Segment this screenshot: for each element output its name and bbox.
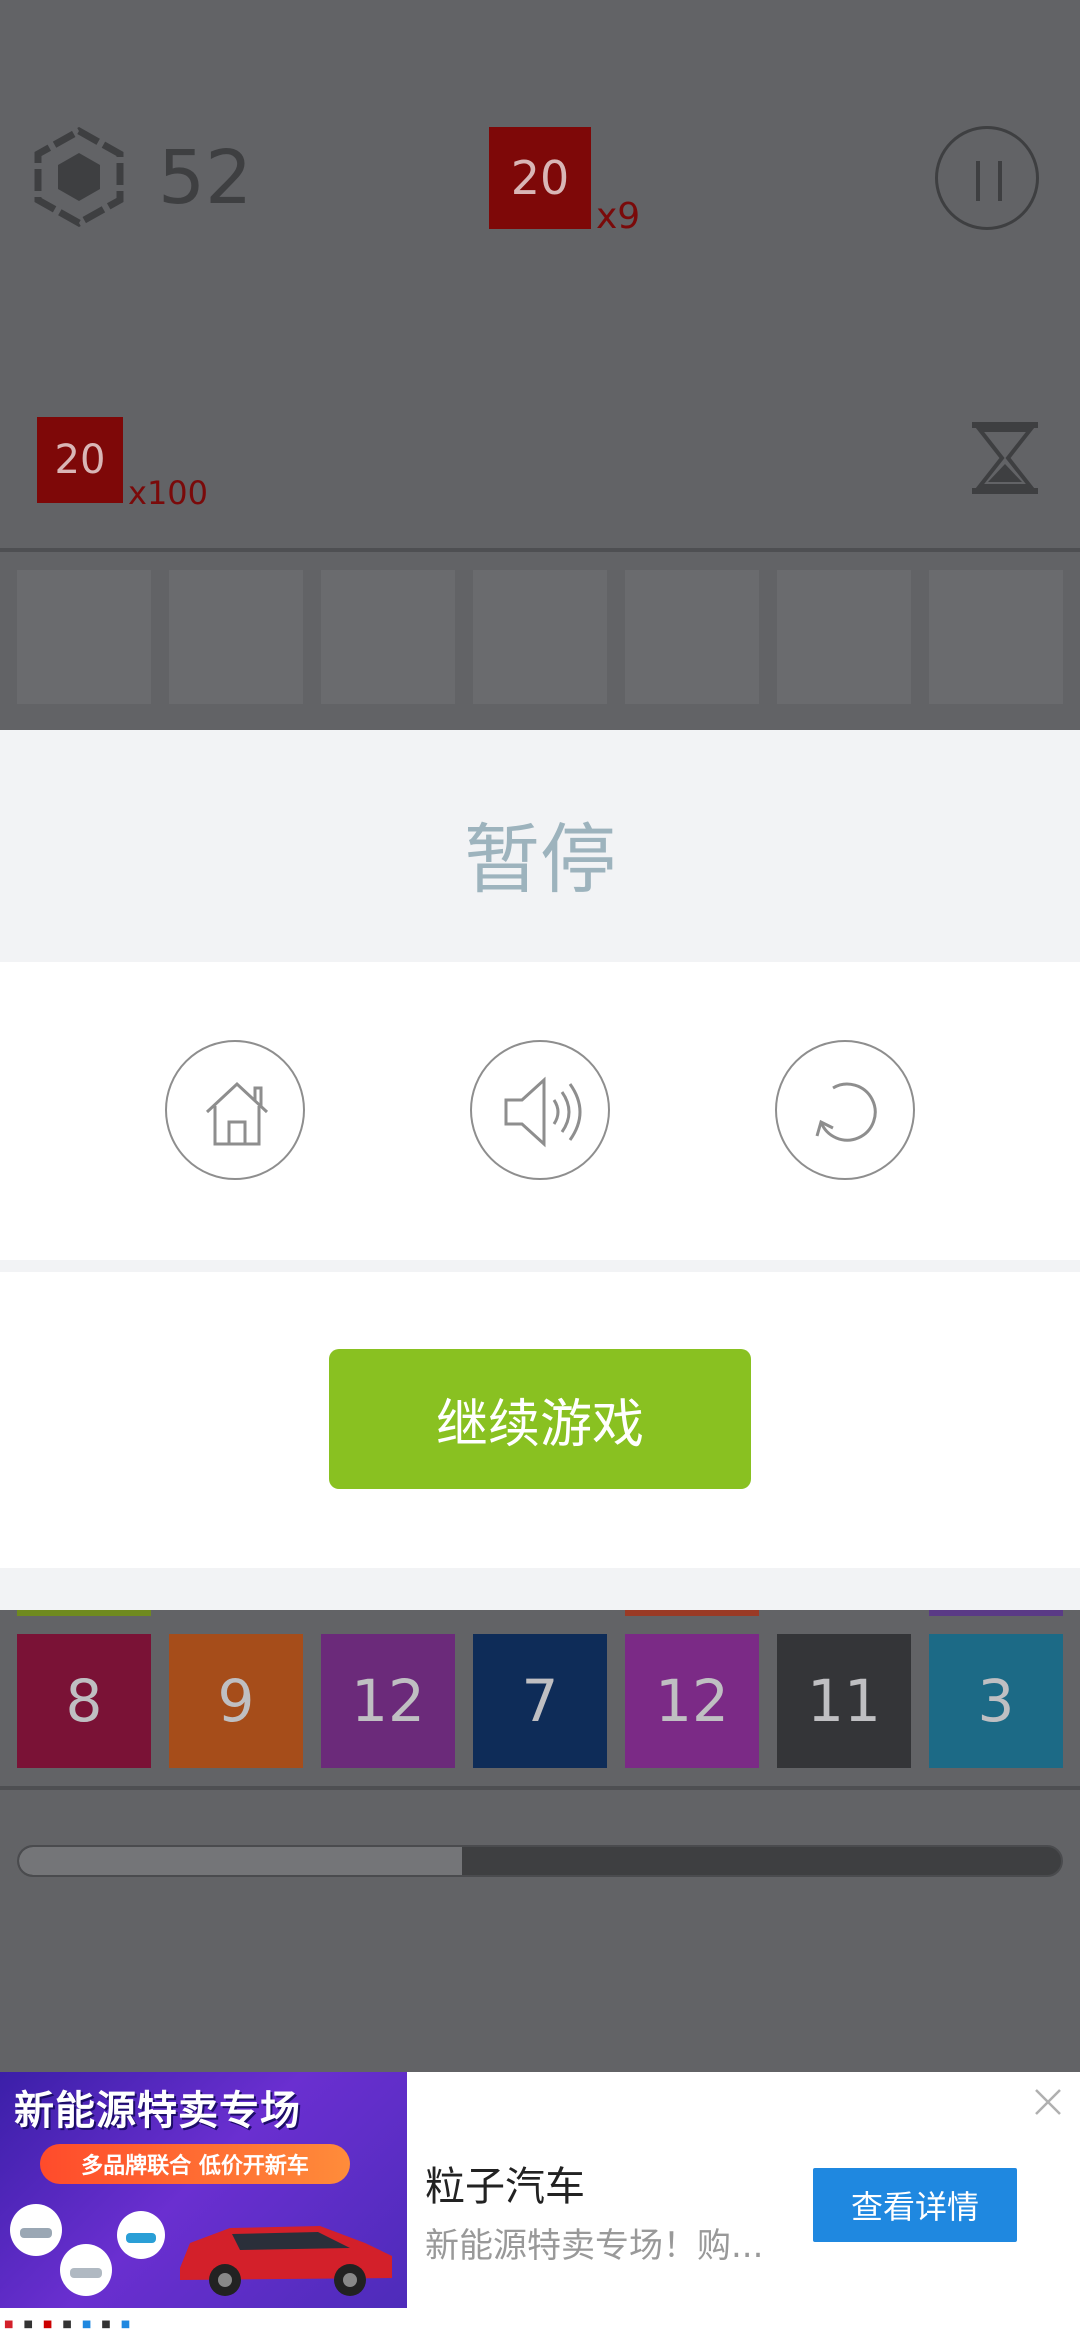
number-tile[interactable]: 3 <box>929 1634 1063 1768</box>
ad-image[interactable]: 新能源特卖专场 多品牌联合 低价开新车 ■ ■ ■ ■ ■ ■ ■ <box>0 2072 407 2340</box>
empty-slot <box>17 570 151 704</box>
target-tile: 20 <box>489 127 591 229</box>
level-progress-bar <box>17 1845 1063 1877</box>
pause-button[interactable] <box>935 126 1039 230</box>
empty-slot <box>169 570 303 704</box>
sound-icon <box>504 1076 582 1148</box>
empty-slot <box>321 570 455 704</box>
score-value: 52 <box>158 135 253 221</box>
number-tile[interactable]: 12 <box>321 1634 455 1768</box>
ad-description: 新能源特卖专场！购... <box>425 2226 764 2266</box>
empty-slot <box>473 570 607 704</box>
ad-pill: 多品牌联合 低价开新车 <box>40 2144 350 2184</box>
game-hud: 52 20 x9 20 x100 <box>0 0 1080 552</box>
tile-marker <box>17 1610 151 1616</box>
car-thumbnails-icon <box>10 2204 165 2296</box>
slot-row <box>0 570 1080 730</box>
empty-slot <box>777 570 911 704</box>
target-tile-multiplier: x9 <box>596 196 641 237</box>
tile-marker <box>929 1610 1063 1616</box>
ad-headline: 新能源特卖专场 <box>14 2088 301 2134</box>
goal-tile: 20 <box>37 417 123 503</box>
ad-banner[interactable]: 新能源特卖专场 多品牌联合 低价开新车 ■ ■ ■ ■ ■ ■ ■ 粒子汽车 新能源特卖专… <box>0 2072 1080 2340</box>
ad-brand-logos: ■ ■ ■ ■ ■ ■ ■ <box>0 2308 407 2340</box>
dialog-bottom-band <box>0 1568 1080 1610</box>
progress-fill <box>19 1847 462 1875</box>
tile-marker <box>625 1610 759 1616</box>
restart-button[interactable] <box>775 1040 915 1180</box>
pause-dialog-footer: 继续游戏 <box>0 1272 1080 1568</box>
hexagon-coin-icon <box>34 127 124 227</box>
hourglass-icon[interactable] <box>970 420 1040 496</box>
red-suv-icon <box>180 2226 392 2296</box>
ad-cta-button[interactable]: 查看详情 <box>813 2168 1017 2242</box>
ad-title: 粒子汽车 <box>425 2164 585 2210</box>
number-tile[interactable]: 8 <box>17 1634 151 1768</box>
number-tile[interactable]: 9 <box>169 1634 303 1768</box>
empty-slot <box>929 570 1063 704</box>
number-tile[interactable]: 11 <box>777 1634 911 1768</box>
resume-game-button[interactable]: 继续游戏 <box>329 1349 751 1489</box>
pause-title: 暂停 <box>464 815 616 904</box>
sound-button[interactable] <box>470 1040 610 1180</box>
close-icon[interactable] <box>1032 2086 1064 2118</box>
goal-tile-multiplier: x100 <box>128 474 209 512</box>
number-tile[interactable]: 12 <box>625 1634 759 1768</box>
number-tile[interactable]: 7 <box>473 1634 607 1768</box>
pause-dialog-header: 暂停 <box>0 730 1080 962</box>
home-button[interactable] <box>165 1040 305 1180</box>
board-divider <box>0 548 1080 552</box>
tiles-divider <box>0 1786 1080 1790</box>
empty-slot <box>625 570 759 704</box>
home-icon <box>205 1081 269 1146</box>
restart-icon <box>815 1082 877 1142</box>
dialog-separator <box>0 1260 1080 1272</box>
pause-dialog-actions <box>0 962 1080 1260</box>
